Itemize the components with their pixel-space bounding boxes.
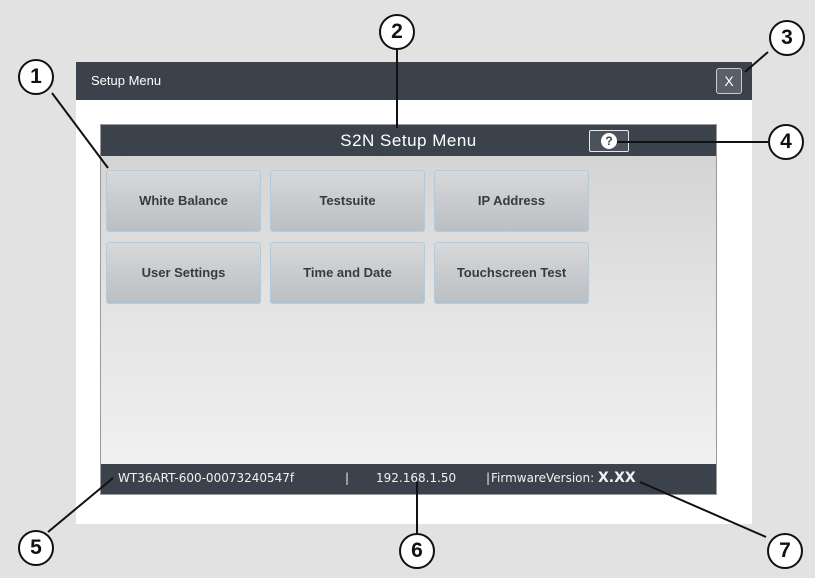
status-separator: | <box>345 471 350 485</box>
callout-1: 1 <box>18 59 54 95</box>
ip-address-value: 192.168.1.50 <box>376 471 457 485</box>
white-balance-button[interactable]: White Balance <box>106 170 261 232</box>
testsuite-button[interactable]: Testsuite <box>270 170 425 232</box>
callout-4: 4 <box>768 124 804 160</box>
touchscreen-test-button[interactable]: Touchscreen Test <box>434 242 589 304</box>
device-serial: WT36ART-600-00073240547f <box>118 471 295 485</box>
time-and-date-button[interactable]: Time and Date <box>270 242 425 304</box>
callout-7: 7 <box>767 533 803 569</box>
window-title: Setup Menu <box>91 73 162 88</box>
status-separator: | <box>486 471 491 485</box>
setup-panel: S2N Setup Menu ? White Balance Testsuite… <box>100 124 717 495</box>
close-icon[interactable]: X <box>716 68 742 94</box>
help-icon: ? <box>601 133 617 149</box>
callout-2: 2 <box>379 14 415 50</box>
help-button[interactable]: ? <box>589 130 629 152</box>
user-settings-button[interactable]: User Settings <box>106 242 261 304</box>
ip-address-button[interactable]: IP Address <box>434 170 589 232</box>
status-bar: WT36ART-600-00073240547f | 192.168.1.50 … <box>101 464 716 494</box>
firmware-version: FirmwareVersion: X.XX <box>491 470 636 486</box>
firmware-label: FirmwareVersion: <box>491 471 595 485</box>
callout-3: 3 <box>769 20 805 56</box>
callout-5: 5 <box>18 530 54 566</box>
callout-6: 6 <box>399 533 435 569</box>
firmware-value: X.XX <box>598 470 636 486</box>
window-titlebar: Setup Menu X <box>76 62 752 100</box>
panel-header: S2N Setup Menu ? <box>101 125 716 156</box>
